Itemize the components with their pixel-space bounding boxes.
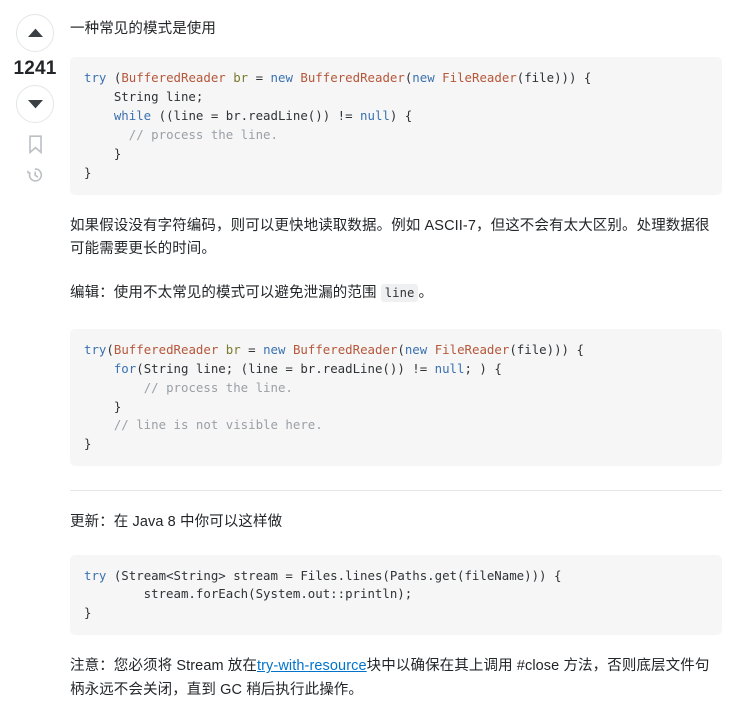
code-block-java8-stream: try (Stream<String> stream = Files.lines… [70, 554, 722, 636]
history-clock-icon [27, 168, 43, 182]
vote-score: 1241 [13, 58, 57, 79]
update-paragraph: 更新：在 Java 8 中你可以这样做 [70, 514, 283, 531]
edit-text-prefix: 编辑：使用不太常见的模式可以避免泄漏的范围 [70, 284, 381, 301]
post-body: 一种常见的模式是使用 try (BufferedReader br = new … [70, 0, 756, 702]
upvote-button[interactable] [16, 14, 54, 52]
try-with-resource-link[interactable]: try-with-resource [257, 658, 367, 674]
bookmark-button[interactable] [25, 134, 45, 154]
down-arrow-icon [27, 100, 43, 109]
note-paragraph: 注意：您必须将 Stream 放在try-with-resource块中以确保在… [70, 655, 722, 702]
vote-cell: 1241 [0, 0, 70, 702]
code-block-for-loop: try(BufferedReader br = new BufferedRead… [70, 329, 722, 467]
answer-post: 1241 一种常见的模式是使用 try (BufferedReader br =… [0, 0, 756, 702]
history-button[interactable] [25, 165, 45, 185]
up-arrow-icon [27, 28, 43, 37]
code-block-try-with-resources: try (BufferedReader br = new BufferedRea… [70, 57, 722, 195]
note-text-prefix: 注意：您必须将 Stream 放在 [70, 658, 257, 675]
downvote-button[interactable] [16, 85, 54, 123]
bookmark-icon [28, 134, 42, 154]
edit-text-suffix: 。 [418, 284, 434, 301]
inline-code-line: line [380, 283, 419, 302]
encoding-paragraph: 如果假设没有字符编码，则可以更快地读取数据。例如 ASCII-7，但这不会有太大… [70, 217, 710, 258]
edit-paragraph: 编辑：使用不太常见的模式可以避免泄漏的范围 line。 [70, 282, 722, 305]
intro-paragraph: 一种常见的模式是使用 [70, 21, 216, 37]
